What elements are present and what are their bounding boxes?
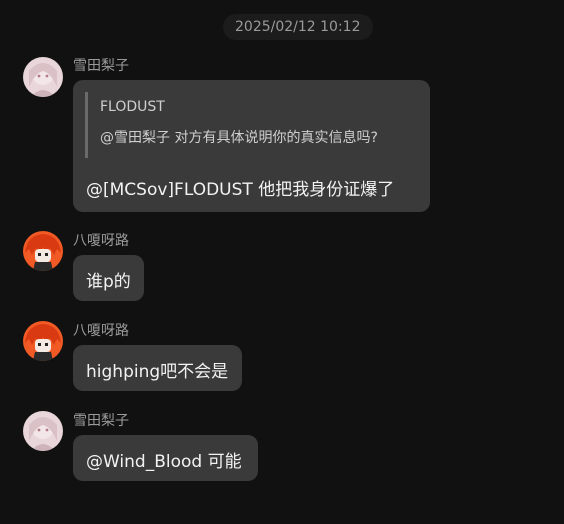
chat-message: 雪田梨子 FLODUST @雪田梨子 对方有具体说明你的真实信息吗? @[MCS… (0, 55, 564, 215)
message-text: 谁p的 (86, 272, 131, 292)
quoted-text: @雪田梨子 对方有具体说明你的真实信息吗? (100, 130, 378, 146)
avatar[interactable] (23, 321, 63, 361)
red-hair-avatar-icon (23, 321, 63, 361)
avatar[interactable] (23, 57, 63, 97)
message-bubble[interactable]: FLODUST @雪田梨子 对方有具体说明你的真实信息吗? @[MCSov]FL… (73, 80, 430, 212)
chat-message: 八嗄呀路 谁p的 (0, 230, 564, 305)
message-text: highping吧不会是 (86, 362, 229, 382)
message-bubble[interactable]: highping吧不会是 (73, 345, 242, 391)
avatar[interactable] (23, 411, 63, 451)
quoted-author: FLODUST (100, 99, 165, 115)
pink-girl-avatar-icon (23, 411, 63, 451)
message-timestamp: 2025/02/12 10:12 (223, 14, 373, 40)
chat-message: 八嗄呀路 highping吧不会是 (0, 320, 564, 395)
pink-girl-avatar-icon (23, 57, 63, 97)
avatar[interactable] (23, 231, 63, 271)
chat-message: 雪田梨子 @Wind_Blood 可能 (0, 410, 564, 485)
quoted-message[interactable]: FLODUST @雪田梨子 对方有具体说明你的真实信息吗? (85, 92, 418, 158)
sender-name: 八嗄呀路 (73, 323, 129, 339)
sender-name: 八嗄呀路 (73, 233, 129, 249)
red-hair-avatar-icon (23, 231, 63, 271)
message-text: @[MCSov]FLODUST 他把我身份证爆了 (86, 180, 395, 200)
message-text: @Wind_Blood 可能 (86, 452, 242, 472)
sender-name: 雪田梨子 (73, 58, 129, 74)
message-bubble[interactable]: @Wind_Blood 可能 (73, 435, 258, 481)
message-bubble[interactable]: 谁p的 (73, 255, 144, 301)
sender-name: 雪田梨子 (73, 413, 129, 429)
